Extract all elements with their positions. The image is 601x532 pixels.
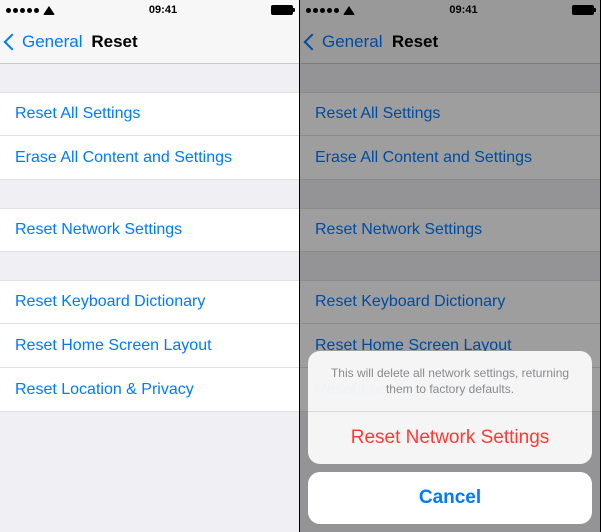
- action-sheet: This will delete all network settings, r…: [308, 351, 592, 524]
- action-sheet-main-group: This will delete all network settings, r…: [308, 351, 592, 464]
- cell-label: Reset Network Settings: [15, 221, 182, 239]
- reset-keyboard-dictionary-cell[interactable]: Reset Keyboard Dictionary: [0, 280, 299, 324]
- signal-dots-icon: [6, 8, 39, 13]
- erase-all-content-cell[interactable]: Erase All Content and Settings: [0, 136, 299, 180]
- action-sheet-message: This will delete all network settings, r…: [308, 351, 592, 412]
- status-left: [6, 6, 55, 15]
- cell-label: Reset All Settings: [15, 105, 140, 123]
- screen-reset-settings: 09:41 General Reset Reset All Settings E…: [0, 0, 300, 532]
- action-sheet-cancel-group: Cancel: [308, 472, 592, 524]
- button-label: Reset Network Settings: [351, 427, 550, 449]
- chevron-left-icon: [4, 33, 21, 50]
- reset-location-privacy-cell[interactable]: Reset Location & Privacy: [0, 368, 299, 412]
- reset-network-settings-confirm-button[interactable]: Reset Network Settings: [308, 412, 592, 464]
- cell-label: Reset Keyboard Dictionary: [15, 293, 205, 311]
- reset-network-settings-cell[interactable]: Reset Network Settings: [0, 208, 299, 252]
- cell-label: Reset Location & Privacy: [15, 381, 194, 399]
- cell-label: Erase All Content and Settings: [15, 149, 232, 167]
- status-bar: 09:41: [0, 0, 299, 20]
- nav-bar: General Reset: [0, 20, 299, 64]
- wifi-icon: [43, 6, 55, 15]
- screen-reset-settings-action-sheet: 09:41 General Reset Reset All Settings E…: [300, 0, 600, 532]
- reset-home-screen-layout-cell[interactable]: Reset Home Screen Layout: [0, 324, 299, 368]
- button-label: Cancel: [419, 487, 481, 509]
- cancel-button[interactable]: Cancel: [308, 472, 592, 524]
- status-time: 09:41: [149, 4, 177, 16]
- battery-icon: [271, 5, 293, 15]
- back-label: General: [22, 32, 82, 52]
- status-right: [271, 5, 293, 15]
- back-button[interactable]: General: [6, 32, 82, 52]
- cell-label: Reset Home Screen Layout: [15, 337, 212, 355]
- reset-all-settings-cell[interactable]: Reset All Settings: [0, 92, 299, 136]
